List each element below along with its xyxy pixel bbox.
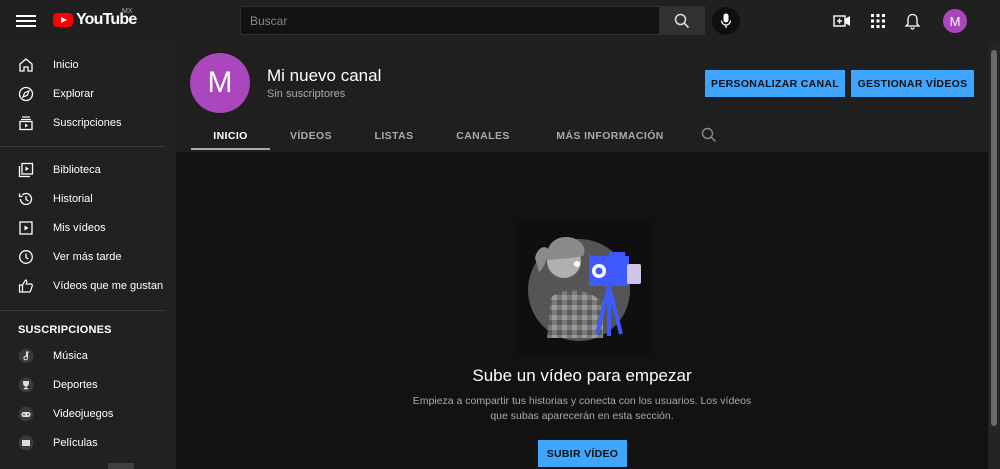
sidebar-item-historial[interactable]: Historial [0, 185, 176, 213]
sidebar-item-label: Suscripciones [53, 117, 122, 129]
notifications-button[interactable] [902, 11, 922, 31]
sidebar-item-mis-videos[interactable]: Mis vídeos [0, 214, 176, 242]
sidebar-item-label: Inicio [53, 59, 79, 71]
empty-state-illustration [517, 220, 651, 355]
empty-state-title: Sube un vídeo para empezar [472, 366, 692, 385]
film-icon [18, 435, 34, 451]
watch-later-icon [19, 250, 33, 264]
sidebar-item-label: Ver más tarde [53, 251, 122, 263]
history-icon [18, 192, 33, 206]
menu-icon[interactable] [16, 12, 36, 30]
main-content: M Mi nuevo canal Sin suscriptores PERSON… [176, 42, 988, 469]
youtube-play-icon [53, 13, 73, 27]
sidebar-item-label: Música [53, 350, 88, 362]
camera-operator-illustration [528, 236, 641, 341]
sidebar-item-inicio[interactable]: Inicio [0, 51, 176, 79]
sidebar-scrollbar[interactable] [108, 463, 134, 469]
channel-subscribers: Sin suscriptores [267, 88, 346, 100]
search-input[interactable] [240, 6, 660, 35]
sidebar-item-label: Deportes [53, 379, 98, 391]
sidebar-item-label: Biblioteca [53, 164, 101, 176]
customize-channel-button[interactable]: PERSONALIZAR CANAL [705, 70, 845, 97]
youtube-logo[interactable]: YouTube MX [53, 8, 137, 29]
active-tab-indicator [191, 148, 270, 150]
sidebar: Inicio Explorar Suscripciones Biblioteca… [0, 42, 176, 469]
music-icon [18, 348, 34, 364]
sidebar-item-suscripciones[interactable]: Suscripciones [0, 109, 176, 137]
thumbs-up-icon [18, 279, 33, 293]
sidebar-item-peliculas[interactable]: Películas [0, 429, 176, 457]
compass-icon [18, 86, 34, 102]
tab-mas-informacion[interactable]: MÁS INFORMACIÓN [544, 120, 676, 152]
sidebar-item-ver-mas-tarde[interactable]: Ver más tarde [0, 243, 176, 271]
sidebar-item-musica[interactable]: Música [0, 342, 176, 370]
search-icon [674, 13, 690, 28]
empty-state-description-line: que subas aparecerán en esta sección. [490, 410, 674, 422]
logo-region: MX [122, 8, 133, 15]
empty-state-description: Empieza a compartir tus historias y cone… [402, 394, 762, 424]
sidebar-item-label: Explorar [53, 88, 94, 100]
sidebar-divider [0, 146, 165, 147]
bell-icon [904, 13, 920, 30]
tab-videos[interactable]: VÍDEOS [278, 120, 344, 152]
my-videos-icon [19, 221, 33, 235]
empty-state-description-line: Empieza a compartir tus historias y cone… [412, 395, 752, 407]
upload-video-button[interactable]: SUBIR VÍDEO [538, 440, 627, 467]
page-scrollbar[interactable] [988, 42, 1000, 469]
page-scrollbar-thumb[interactable] [991, 50, 997, 426]
subscriptions-section-title: SUSCRIPCIONES [18, 324, 112, 336]
tab-listas[interactable]: LISTAS [361, 120, 427, 152]
gamepad-icon [18, 406, 34, 422]
manage-videos-button[interactable]: GESTIONAR VÍDEOS [851, 70, 974, 97]
microphone-icon [720, 13, 732, 28]
sidebar-item-biblioteca[interactable]: Biblioteca [0, 156, 176, 184]
apps-grid-icon [871, 14, 885, 28]
sidebar-item-explorar[interactable]: Explorar [0, 80, 176, 108]
sidebar-item-label: Videojuegos [53, 408, 114, 420]
video-add-icon [833, 15, 850, 27]
sidebar-item-label: Historial [53, 193, 93, 205]
sidebar-item-label: Mis vídeos [53, 222, 106, 234]
channel-avatar: M [190, 53, 250, 113]
sidebar-item-deportes[interactable]: Deportes [0, 371, 176, 399]
apps-button[interactable] [868, 11, 888, 31]
top-bar: YouTube MX M [0, 0, 1000, 42]
home-icon [19, 58, 33, 72]
create-video-button[interactable] [832, 11, 852, 31]
sidebar-item-videojuegos[interactable]: Videojuegos [0, 400, 176, 428]
sidebar-item-label: Películas [53, 437, 98, 449]
library-icon [18, 162, 34, 178]
sidebar-item-label: Vídeos que me gustan [53, 280, 164, 292]
channel-name: Mi nuevo canal [267, 66, 382, 85]
tab-canales[interactable]: CANALES [446, 120, 520, 152]
empty-state: Sube un vídeo para empezar Empieza a com… [176, 152, 988, 469]
voice-search-button[interactable] [712, 7, 740, 35]
trophy-icon [18, 377, 34, 393]
subscriptions-icon [19, 116, 33, 131]
search-button[interactable] [659, 6, 705, 35]
channel-search-icon[interactable] [700, 126, 718, 144]
channel-header: M Mi nuevo canal Sin suscriptores PERSON… [176, 42, 988, 152]
sidebar-item-videos-que-me-gustan[interactable]: Vídeos que me gustan [0, 272, 176, 300]
sidebar-divider [0, 310, 165, 311]
account-avatar[interactable]: M [943, 9, 967, 33]
